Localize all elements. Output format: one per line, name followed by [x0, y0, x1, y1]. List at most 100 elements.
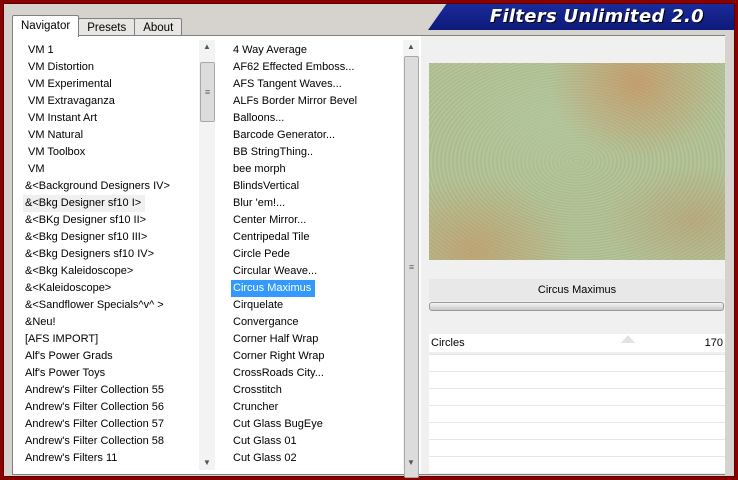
- list-item[interactable]: Balloons...: [231, 110, 401, 127]
- list-item[interactable]: &<Background Designers IV>: [23, 178, 198, 195]
- list-row: Crosstitch: [231, 382, 401, 399]
- list-item[interactable]: &<Bkg Designers sf10 IV>: [23, 246, 198, 263]
- list-item[interactable]: Corner Right Wrap: [231, 348, 401, 365]
- list-item[interactable]: 4 Way Average: [231, 42, 401, 59]
- list-row: Balloons...: [231, 110, 401, 127]
- tab-navigator[interactable]: Navigator: [12, 15, 80, 37]
- empty-parameter-row: [429, 405, 725, 422]
- list-row: bee morph: [231, 161, 401, 178]
- list-item[interactable]: Center Mirror...: [231, 212, 401, 229]
- list-item[interactable]: Circular Weave...: [231, 263, 401, 280]
- list-item[interactable]: ALFs Border Mirror Bevel: [231, 93, 401, 110]
- scroll-thumb[interactable]: ≡: [404, 56, 419, 478]
- list-item[interactable]: [AFS IMPORT]: [23, 331, 198, 348]
- list-item[interactable]: CrossRoads City...: [231, 365, 401, 382]
- parameter-slider-circles[interactable]: Circles 170: [429, 334, 725, 352]
- slider-marker-icon[interactable]: [621, 335, 635, 343]
- list-row: Andrew's Filter Collection 55: [23, 382, 198, 399]
- filter-scrollbar[interactable]: ▲ ≡ ▼: [403, 40, 419, 478]
- list-row: Corner Right Wrap: [231, 348, 401, 365]
- empty-parameter-row: [429, 371, 725, 388]
- list-item[interactable]: Andrew's Filter Collection 58: [23, 433, 198, 450]
- list-item[interactable]: VM Experimental: [23, 76, 198, 93]
- list-item[interactable]: Crosstitch: [231, 382, 401, 399]
- list-item[interactable]: VM Extravaganza: [23, 93, 198, 110]
- empty-parameter-row: [429, 439, 725, 456]
- scroll-down-arrow-icon[interactable]: ▼: [403, 456, 419, 470]
- filter-list[interactable]: 4 Way Average AF62 Effected Emboss... AFS …: [231, 42, 401, 474]
- list-item[interactable]: Cut Glass BugEye: [231, 416, 401, 433]
- navigator-panel: VM 1 VM Distortion VM Experimental VM Extra…: [12, 35, 725, 478]
- list-item[interactable]: bee morph: [231, 161, 401, 178]
- list-item[interactable]: Convergance: [231, 314, 401, 331]
- category-scrollbar[interactable]: ▲ ≡ ▼: [199, 40, 215, 470]
- list-row: &<Bkg Designers sf10 IV>: [23, 246, 198, 263]
- list-item[interactable]: Centripedal Tile: [231, 229, 401, 246]
- list-item[interactable]: Cut Glass 01: [231, 433, 401, 450]
- list-item[interactable]: Andrew's Filter Collection 56: [23, 399, 198, 416]
- list-row: &<Kaleidoscope>: [23, 280, 198, 297]
- list-row: &<Bkg Kaleidoscope>: [23, 263, 198, 280]
- list-item[interactable]: Andrew's Filters 11: [23, 450, 198, 467]
- list-item[interactable]: &<Bkg Designer sf10 III>: [23, 229, 198, 246]
- scroll-down-arrow-icon[interactable]: ▼: [199, 456, 215, 470]
- list-item[interactable]: &<Bkg Designer sf10 I>: [23, 195, 146, 212]
- list-item[interactable]: Circus Maximus: [231, 280, 316, 297]
- list-row: &<Sandflower Specials^v^ >: [23, 297, 198, 314]
- list-item[interactable]: &Neu!: [23, 314, 198, 331]
- list-item[interactable]: Alf's Power Toys: [23, 365, 198, 382]
- list-item[interactable]: &<Kaleidoscope>: [23, 280, 198, 297]
- scroll-up-arrow-icon[interactable]: ▲: [403, 40, 419, 54]
- list-row: AFS Tangent Waves...: [231, 76, 401, 93]
- list-row: Cut Glass BugEye: [231, 416, 401, 433]
- list-row: Andrew's Filters 11: [23, 450, 198, 467]
- progress-bar: [429, 302, 724, 311]
- empty-parameter-row: [429, 456, 725, 473]
- parameter-value: 170: [704, 337, 723, 349]
- list-item[interactable]: VM Distortion: [23, 59, 198, 76]
- list-row: 4 Way Average: [231, 42, 401, 59]
- list-row: &Neu!: [23, 314, 198, 331]
- list-item[interactable]: VM Instant Art: [23, 110, 198, 127]
- list-item[interactable]: Corner Half Wrap: [231, 331, 401, 348]
- empty-parameter-row: [429, 388, 725, 405]
- list-item[interactable]: &<Sandflower Specials^v^ >: [23, 297, 198, 314]
- list-row: Circular Weave...: [231, 263, 401, 280]
- list-row: &<BKg Designer sf10 II>: [23, 212, 198, 229]
- list-row: VM: [23, 161, 198, 178]
- list-item[interactable]: Barcode Generator...: [231, 127, 401, 144]
- filter-settings-area: Circus Maximus Circles 170: [421, 36, 725, 474]
- list-row: VM Instant Art: [23, 110, 198, 127]
- list-row: Corner Half Wrap: [231, 331, 401, 348]
- list-item[interactable]: &<Bkg Kaleidoscope>: [23, 263, 198, 280]
- list-item[interactable]: &<BKg Designer sf10 II>: [23, 212, 198, 229]
- list-row: VM Natural: [23, 127, 198, 144]
- list-item[interactable]: Andrew's Filter Collection 55: [23, 382, 198, 399]
- list-item[interactable]: Cruncher: [231, 399, 401, 416]
- list-item[interactable]: Alf's Power Grads: [23, 348, 198, 365]
- filters-unlimited-window: Filters Unlimited 2.0 Navigator Presets …: [3, 3, 735, 478]
- list-item[interactable]: AFS Tangent Waves...: [231, 76, 401, 93]
- list-item[interactable]: Cirquelate: [231, 297, 401, 314]
- scroll-thumb[interactable]: ≡: [200, 62, 215, 122]
- list-item[interactable]: BlindsVertical: [231, 178, 401, 195]
- list-item[interactable]: VM Natural: [23, 127, 198, 144]
- list-item[interactable]: VM: [23, 161, 198, 178]
- list-item[interactable]: AF62 Effected Emboss...: [231, 59, 401, 76]
- filter-preview-image: [429, 63, 725, 260]
- category-list[interactable]: VM 1 VM Distortion VM Experimental VM Extra…: [23, 42, 198, 474]
- list-item[interactable]: Circle Pede: [231, 246, 401, 263]
- list-item[interactable]: BB StringThing..: [231, 144, 401, 161]
- list-item[interactable]: VM 1: [23, 42, 198, 59]
- scroll-up-arrow-icon[interactable]: ▲: [199, 40, 215, 54]
- list-row: Cut Glass 02: [231, 450, 401, 467]
- list-item[interactable]: VM Toolbox: [23, 144, 198, 161]
- list-item[interactable]: Cut Glass 02: [231, 450, 401, 467]
- list-item[interactable]: Blur 'em!...: [231, 195, 401, 212]
- tab-bar: Navigator Presets About: [12, 14, 183, 37]
- list-item[interactable]: Andrew's Filter Collection 57: [23, 416, 198, 433]
- list-row: Barcode Generator...: [231, 127, 401, 144]
- list-row: [AFS IMPORT]: [23, 331, 198, 348]
- list-row: VM Toolbox: [23, 144, 198, 161]
- list-row: VM 1: [23, 42, 198, 59]
